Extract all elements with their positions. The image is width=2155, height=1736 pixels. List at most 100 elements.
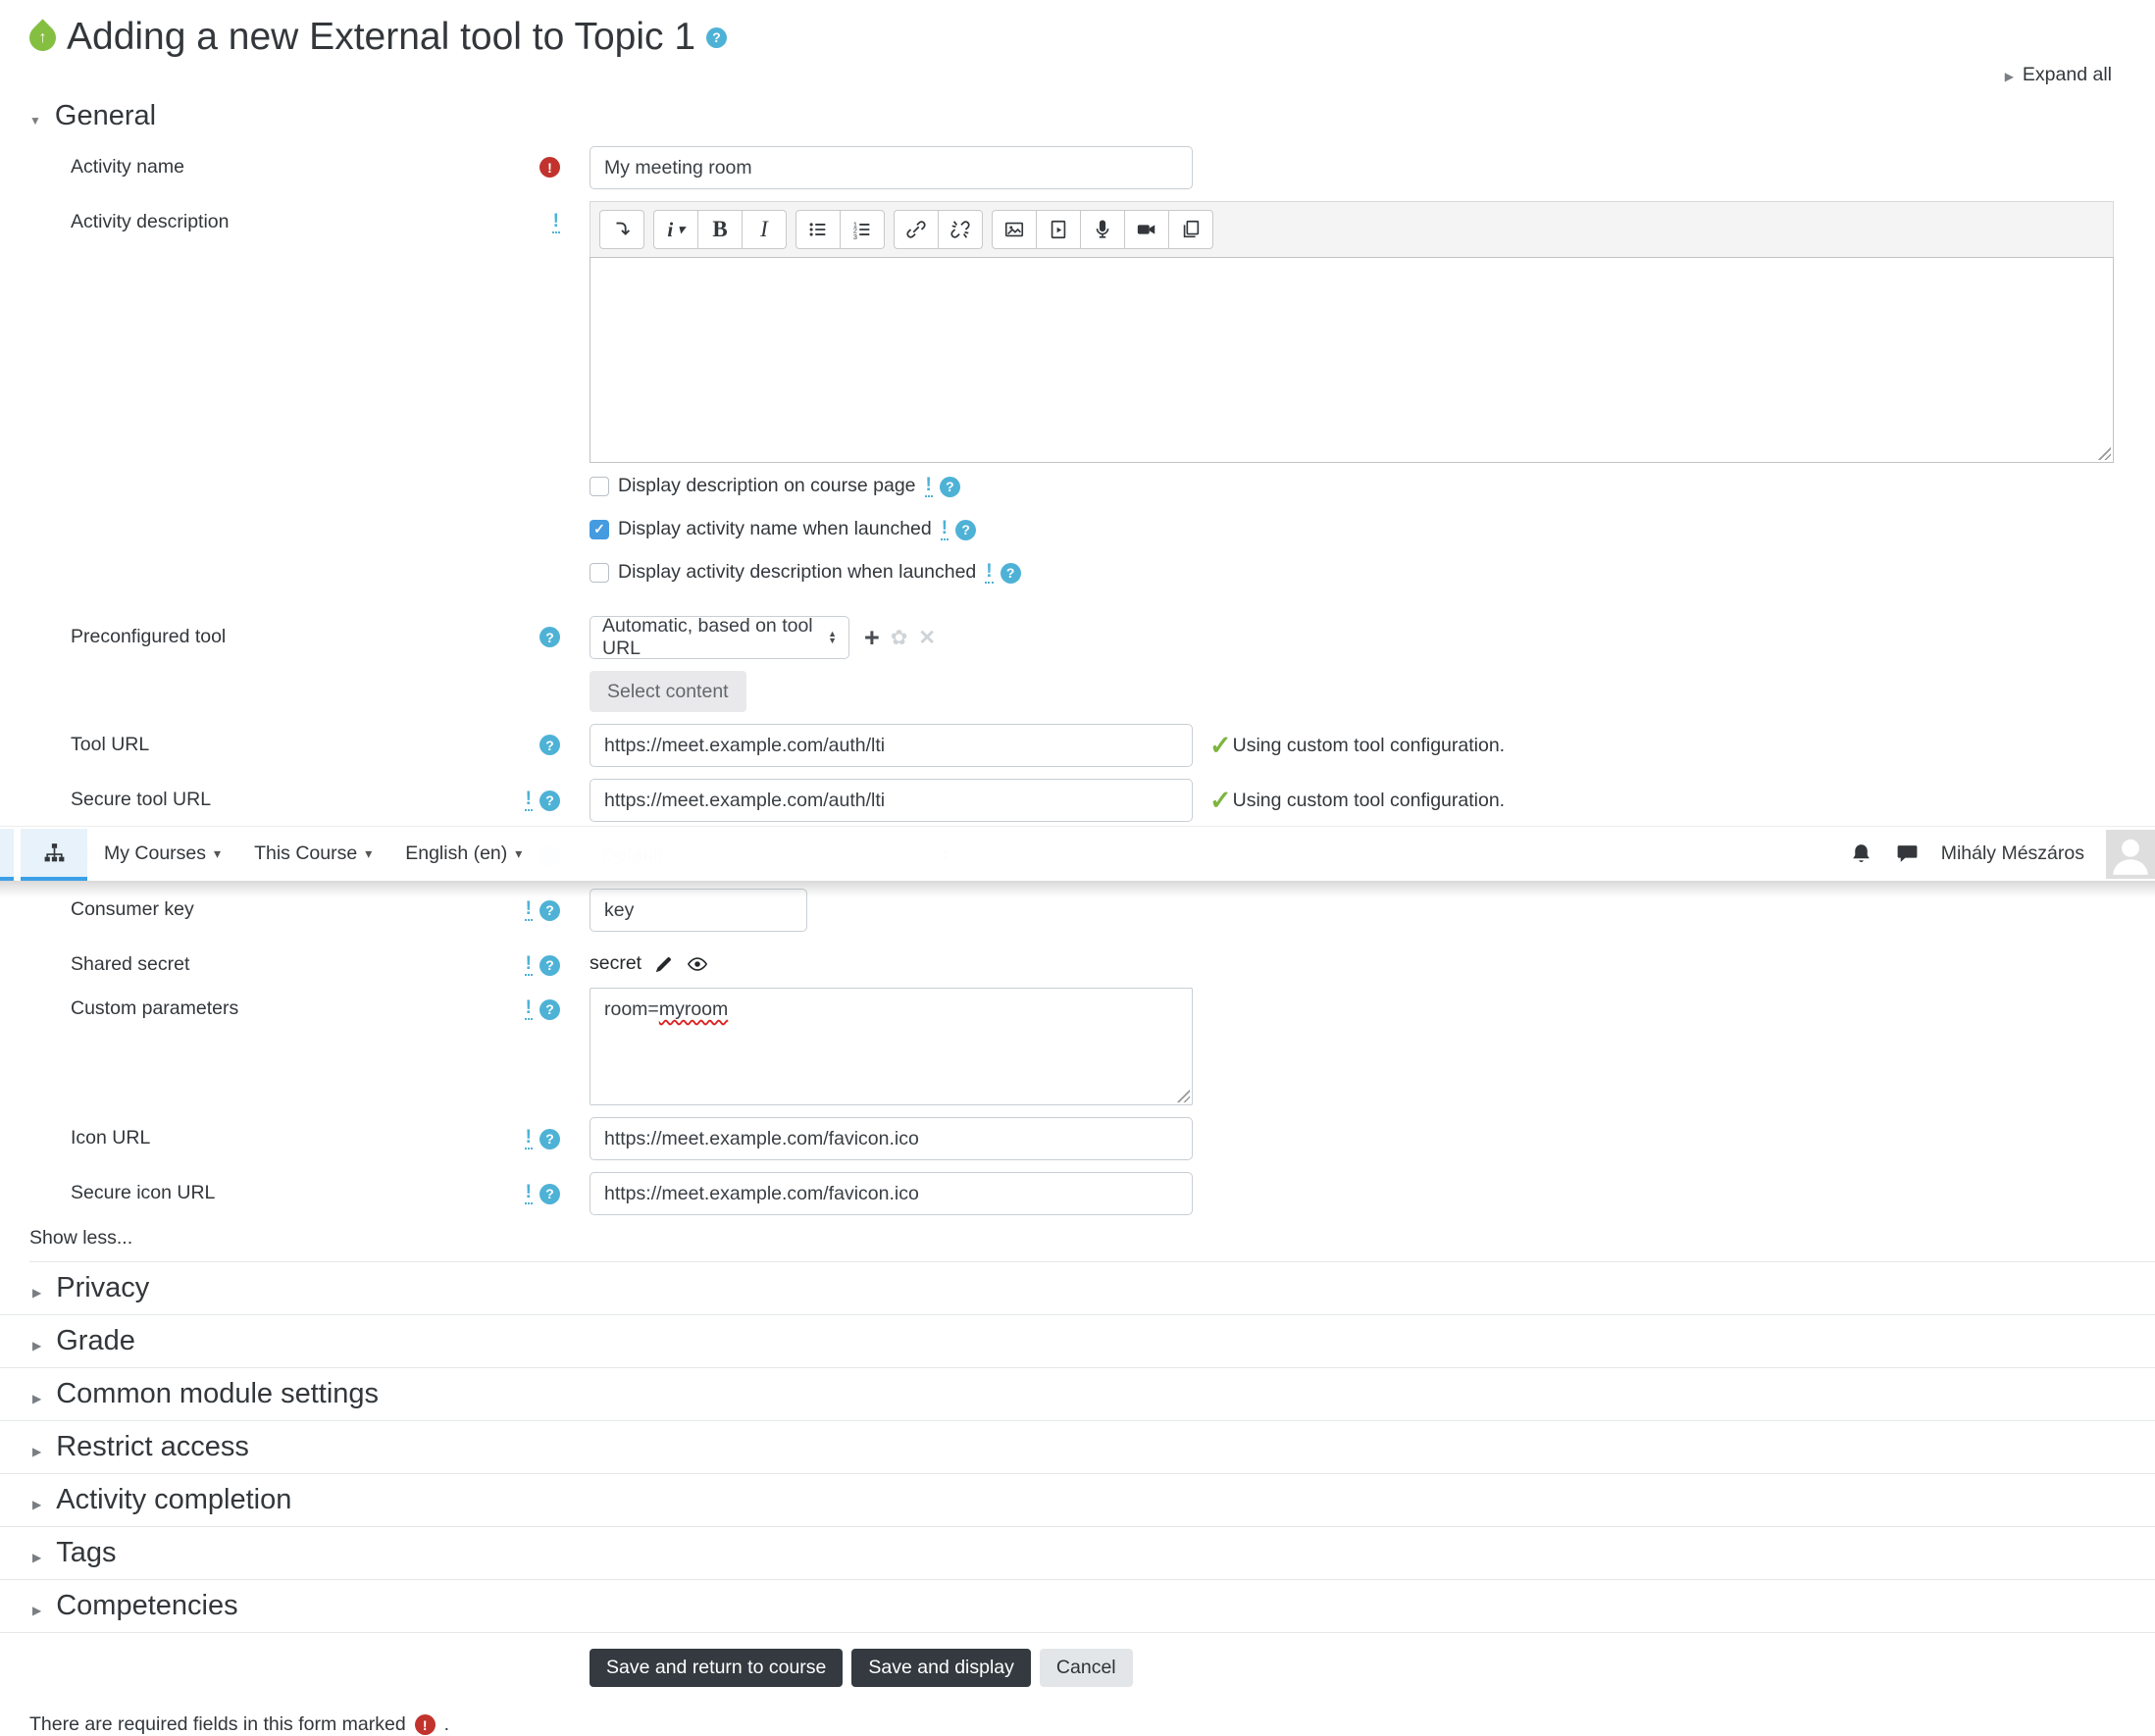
external-tool-icon — [24, 18, 62, 57]
user-avatar[interactable] — [2106, 829, 2155, 879]
delete-tool-icon[interactable] — [918, 626, 936, 650]
help-icon[interactable] — [939, 476, 960, 497]
help-icon[interactable] — [539, 1128, 560, 1149]
description-editor-area[interactable] — [590, 257, 2114, 463]
help-icon[interactable] — [539, 1183, 560, 1204]
insert-media-button[interactable] — [1036, 210, 1081, 249]
valid-icon — [1209, 788, 1232, 814]
paragraph-styles-button[interactable]: i — [653, 210, 698, 249]
section-activity-completion[interactable]: Activity completion — [0, 1474, 2155, 1527]
display-activity-name-label[interactable]: Display activity name when launched — [618, 518, 932, 540]
advanced-icon — [924, 476, 933, 497]
messages-icon[interactable] — [1895, 842, 1920, 866]
row-custom-parameters: Custom parameters room=myroom — [0, 988, 2155, 1105]
section-common-module-settings[interactable]: Common module settings — [0, 1368, 2155, 1421]
section-privacy[interactable]: Privacy — [0, 1262, 2155, 1315]
advanced-icon — [524, 998, 533, 1020]
nav-my-courses[interactable]: My Courses — [87, 827, 237, 881]
chevron-right-icon — [32, 1378, 41, 1410]
row-secure-tool-url: Secure tool URL Using custom tool config… — [0, 779, 2155, 822]
ordered-list-button[interactable]: 1 2 3 — [840, 210, 885, 249]
unordered-list-button[interactable] — [795, 210, 841, 249]
display-activity-description-label[interactable]: Display activity description when launch… — [618, 561, 976, 584]
show-secret-eye-icon[interactable] — [687, 953, 708, 975]
preconfigured-tool-select[interactable]: Automatic, based on tool URL — [590, 615, 849, 659]
custom-parameters-textarea[interactable]: room=myroom — [590, 988, 1193, 1105]
record-video-button[interactable] — [1124, 210, 1169, 249]
required-fields-note: There are required fields in this form m… — [29, 1713, 2155, 1736]
insert-image-button[interactable] — [992, 210, 1037, 249]
icon-url-label: Icon URL — [71, 1127, 151, 1149]
section-competencies[interactable]: Competencies — [0, 1580, 2155, 1633]
display-description-label[interactable]: Display description on course page — [618, 475, 916, 497]
nav-language[interactable]: English (en) — [388, 827, 539, 881]
section-grade[interactable]: Grade — [0, 1315, 2155, 1368]
help-icon[interactable] — [1000, 562, 1021, 584]
custom-parameters-label: Custom parameters — [71, 997, 239, 1019]
record-audio-button[interactable] — [1080, 210, 1125, 249]
toolbar-collapse-button[interactable] — [599, 210, 644, 249]
tool-url-input[interactable] — [590, 724, 1193, 767]
notifications-bell-icon[interactable] — [1849, 842, 1873, 866]
row-secure-icon-url: Secure icon URL — [0, 1172, 2155, 1215]
add-tool-icon[interactable] — [864, 625, 880, 651]
icon-url-input[interactable] — [590, 1117, 1193, 1160]
video-camera-icon — [1137, 225, 1155, 234]
secure-icon-url-input[interactable] — [590, 1172, 1193, 1215]
row-display-options: Display description on course page Displ… — [0, 475, 2155, 604]
bold-button[interactable]: B — [697, 210, 743, 249]
display-description-checkbox[interactable] — [590, 476, 609, 496]
help-icon[interactable] — [539, 998, 560, 1020]
row-tool-url: Tool URL Using custom tool configuration… — [0, 724, 2155, 767]
help-icon[interactable] — [539, 735, 560, 755]
title-help-icon[interactable] — [706, 26, 728, 48]
activity-description-label: Activity description — [71, 211, 230, 232]
navbar-right: Mihály Mészáros — [1849, 827, 2155, 881]
unlink-button[interactable] — [938, 210, 983, 249]
edit-pencil-icon[interactable] — [653, 953, 675, 975]
gear-icon[interactable] — [891, 626, 908, 650]
row-shared-secret: Shared secret secret — [0, 944, 2155, 976]
section-restrict-access[interactable]: Restrict access — [0, 1421, 2155, 1474]
italic-button[interactable]: I — [742, 210, 787, 249]
expand-all-label: Expand all — [2022, 63, 2112, 85]
help-icon[interactable] — [539, 627, 560, 647]
nav-this-course[interactable]: This Course — [237, 827, 388, 881]
show-less-link[interactable]: Show less... — [29, 1227, 2155, 1262]
row-activity-name: Activity name — [0, 146, 2155, 189]
select-content-button[interactable]: Select content — [590, 671, 746, 712]
nav-tab-partial[interactable] — [0, 829, 14, 881]
svg-text:3: 3 — [853, 232, 857, 240]
save-and-return-button[interactable]: Save and return to course — [590, 1649, 844, 1687]
chevron-right-icon — [32, 1272, 41, 1304]
manage-files-button[interactable] — [1168, 210, 1213, 249]
chevron-down-icon — [29, 100, 41, 132]
resize-handle[interactable] — [1175, 1088, 1190, 1102]
link-button[interactable] — [894, 210, 939, 249]
help-icon[interactable] — [539, 954, 560, 976]
display-activity-description-checkbox[interactable] — [590, 562, 609, 583]
advanced-icon — [985, 562, 994, 584]
section-general-title: General — [54, 100, 157, 131]
activity-name-input[interactable] — [590, 146, 1193, 189]
section-tags[interactable]: Tags — [0, 1527, 2155, 1580]
misspelled-word: myroom — [658, 998, 729, 1020]
course-nav-tab[interactable] — [21, 829, 87, 881]
page-header: Adding a new External tool to Topic 1 — [24, 16, 2155, 59]
help-icon[interactable] — [539, 790, 560, 811]
user-name[interactable]: Mihály Mészáros — [1941, 842, 2084, 865]
advanced-icon — [524, 790, 533, 811]
save-and-display-button[interactable]: Save and display — [851, 1649, 1031, 1687]
help-icon[interactable] — [955, 519, 977, 540]
checkbox-row-display-activity-description: Display activity description when launch… — [590, 561, 2114, 584]
advanced-icon — [551, 212, 560, 233]
help-icon[interactable] — [539, 899, 560, 921]
secure-tool-url-input[interactable] — [590, 779, 1193, 822]
resize-handle[interactable] — [2096, 445, 2111, 460]
cancel-button[interactable]: Cancel — [1039, 1649, 1133, 1687]
display-activity-name-checkbox[interactable] — [590, 519, 609, 539]
section-general-header[interactable]: General — [29, 100, 2155, 132]
expand-all-toggle[interactable]: Expand all — [0, 61, 2112, 88]
preconfigured-tool-label: Preconfigured tool — [71, 626, 227, 647]
unlink-icon — [950, 221, 970, 238]
